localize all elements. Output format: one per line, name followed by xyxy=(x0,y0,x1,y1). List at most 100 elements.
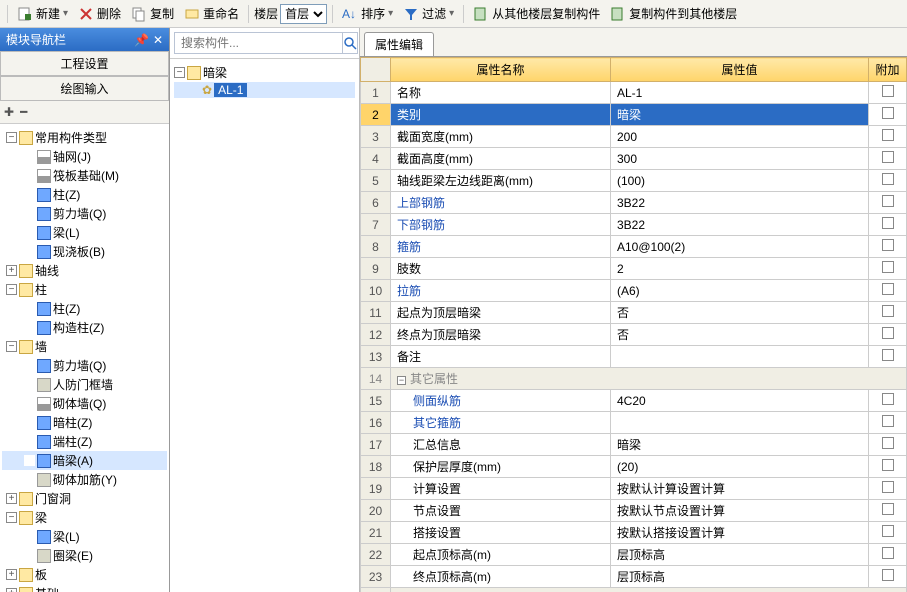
copy-button[interactable]: 复制 xyxy=(127,3,178,24)
table-row[interactable]: 23终点顶标高(m)层顶标高 xyxy=(361,566,907,588)
draw-input-button[interactable]: 绘图输入 xyxy=(0,76,169,101)
group-header[interactable]: −锚固搭接 xyxy=(391,588,907,592)
extra-checkbox-cell[interactable] xyxy=(869,478,907,500)
checkbox[interactable] xyxy=(882,305,894,317)
tree-node[interactable]: +板 xyxy=(2,565,167,584)
prop-value-cell[interactable]: 4C20 xyxy=(611,390,869,412)
extra-checkbox-cell[interactable] xyxy=(869,544,907,566)
table-row[interactable]: 9肢数2 xyxy=(361,258,907,280)
table-row[interactable]: 14−其它属性 xyxy=(361,368,907,390)
prop-value-cell[interactable]: 按默认节点设置计算 xyxy=(611,500,869,522)
filter-button[interactable]: 过滤▾ xyxy=(399,3,458,24)
extra-checkbox-cell[interactable] xyxy=(869,566,907,588)
tree-node[interactable]: 圈梁(E) xyxy=(2,546,167,565)
table-row[interactable]: 6上部钢筋3B22 xyxy=(361,192,907,214)
extra-checkbox-cell[interactable] xyxy=(869,148,907,170)
table-row[interactable]: 12终点为顶层暗梁否 xyxy=(361,324,907,346)
checkbox[interactable] xyxy=(882,107,894,119)
prop-name-cell[interactable]: 起点为顶层暗梁 xyxy=(391,302,611,324)
prop-name-cell[interactable]: 保护层厚度(mm) xyxy=(391,456,611,478)
prop-value-cell[interactable]: A10@100(2) xyxy=(611,236,869,258)
checkbox[interactable] xyxy=(882,349,894,361)
expand-icon[interactable] xyxy=(24,379,35,390)
prop-name-cell[interactable]: 备注 xyxy=(391,346,611,368)
tree-node[interactable]: 剪力墙(Q) xyxy=(2,356,167,375)
table-row[interactable]: 13备注 xyxy=(361,346,907,368)
expand-icon[interactable]: + xyxy=(6,569,17,580)
prop-value-cell[interactable] xyxy=(611,412,869,434)
extra-checkbox-cell[interactable] xyxy=(869,456,907,478)
table-row[interactable]: 10拉筋(A6) xyxy=(361,280,907,302)
checkbox[interactable] xyxy=(882,261,894,273)
expand-icon[interactable] xyxy=(24,531,35,542)
prop-name-cell[interactable]: 起点顶标高(m) xyxy=(391,544,611,566)
tree-node[interactable]: −常用构件类型 xyxy=(2,128,167,147)
extra-checkbox-cell[interactable] xyxy=(869,412,907,434)
component-tree-root[interactable]: − 暗梁 xyxy=(174,63,355,82)
extra-checkbox-cell[interactable] xyxy=(869,104,907,126)
expand-icon[interactable] xyxy=(24,398,35,409)
table-row[interactable]: 1名称AL-1 xyxy=(361,82,907,104)
prop-name-cell[interactable]: 节点设置 xyxy=(391,500,611,522)
checkbox[interactable] xyxy=(882,239,894,251)
prop-name-cell[interactable]: 拉筋 xyxy=(391,280,611,302)
search-button[interactable] xyxy=(343,32,358,54)
tree-node[interactable]: 筏板基础(M) xyxy=(2,166,167,185)
tree-node[interactable]: −柱 xyxy=(2,280,167,299)
expand-icon[interactable] xyxy=(24,474,35,485)
prop-name-cell[interactable]: 肢数 xyxy=(391,258,611,280)
checkbox[interactable] xyxy=(882,151,894,163)
tree-node[interactable]: 砌体墙(Q) xyxy=(2,394,167,413)
tree-node[interactable]: 柱(Z) xyxy=(2,299,167,318)
extra-checkbox-cell[interactable] xyxy=(869,82,907,104)
tree-node[interactable]: 梁(L) xyxy=(2,223,167,242)
expand-icon[interactable] xyxy=(24,436,35,447)
extra-checkbox-cell[interactable] xyxy=(869,192,907,214)
project-settings-button[interactable]: 工程设置 xyxy=(0,51,169,76)
table-row[interactable]: 20节点设置按默认节点设置计算 xyxy=(361,500,907,522)
prop-value-cell[interactable]: 3B22 xyxy=(611,192,869,214)
floor-select[interactable]: 首层 xyxy=(280,4,327,24)
prop-name-cell[interactable]: 终点为顶层暗梁 xyxy=(391,324,611,346)
expand-icon[interactable]: − xyxy=(6,284,17,295)
tree-node[interactable]: 柱(Z) xyxy=(2,185,167,204)
sort-button[interactable]: A↓ 排序▾ xyxy=(338,3,397,24)
table-row[interactable]: 5轴线距梁左边线距离(mm)(100) xyxy=(361,170,907,192)
prop-value-cell[interactable]: (20) xyxy=(611,456,869,478)
table-row[interactable]: 8箍筋A10@100(2) xyxy=(361,236,907,258)
table-row[interactable]: 2类别暗梁 xyxy=(361,104,907,126)
extra-checkbox-cell[interactable] xyxy=(869,280,907,302)
expand-icon[interactable] xyxy=(24,550,35,561)
checkbox[interactable] xyxy=(882,327,894,339)
checkbox[interactable] xyxy=(882,415,894,427)
tree-node[interactable]: 人防门框墙 xyxy=(2,375,167,394)
expand-icon[interactable] xyxy=(24,151,35,162)
checkbox[interactable] xyxy=(882,569,894,581)
checkbox[interactable] xyxy=(882,547,894,559)
extra-checkbox-cell[interactable] xyxy=(869,346,907,368)
prop-value-cell[interactable]: AL-1 xyxy=(611,82,869,104)
prop-name-cell[interactable]: 箍筋 xyxy=(391,236,611,258)
tree-node[interactable]: −墙 xyxy=(2,337,167,356)
prop-value-cell[interactable]: 2 xyxy=(611,258,869,280)
expand-icon[interactable] xyxy=(24,227,35,238)
tree-node[interactable]: +轴线 xyxy=(2,261,167,280)
col-property-value[interactable]: 属性值 xyxy=(611,58,869,82)
table-row[interactable]: 19计算设置按默认计算设置计算 xyxy=(361,478,907,500)
prop-value-cell[interactable]: 否 xyxy=(611,302,869,324)
prop-name-cell[interactable]: 名称 xyxy=(391,82,611,104)
prop-value-cell[interactable]: 按默认计算设置计算 xyxy=(611,478,869,500)
prop-name-cell[interactable]: 计算设置 xyxy=(391,478,611,500)
checkbox[interactable] xyxy=(882,525,894,537)
pin-icon[interactable]: 📌 xyxy=(134,33,149,47)
expand-icon[interactable]: + xyxy=(6,493,17,504)
prop-value-cell[interactable]: (100) xyxy=(611,170,869,192)
component-tree[interactable]: − 暗梁 ✿ AL-1 xyxy=(170,59,359,592)
prop-name-cell[interactable]: 轴线距梁左边线距离(mm) xyxy=(391,170,611,192)
prop-value-cell[interactable]: (A6) xyxy=(611,280,869,302)
group-header[interactable]: −其它属性 xyxy=(391,368,907,390)
table-row[interactable]: 18保护层厚度(mm)(20) xyxy=(361,456,907,478)
table-row[interactable]: 4截面高度(mm)300 xyxy=(361,148,907,170)
tree-node[interactable]: +门窗洞 xyxy=(2,489,167,508)
prop-value-cell[interactable]: 按默认搭接设置计算 xyxy=(611,522,869,544)
